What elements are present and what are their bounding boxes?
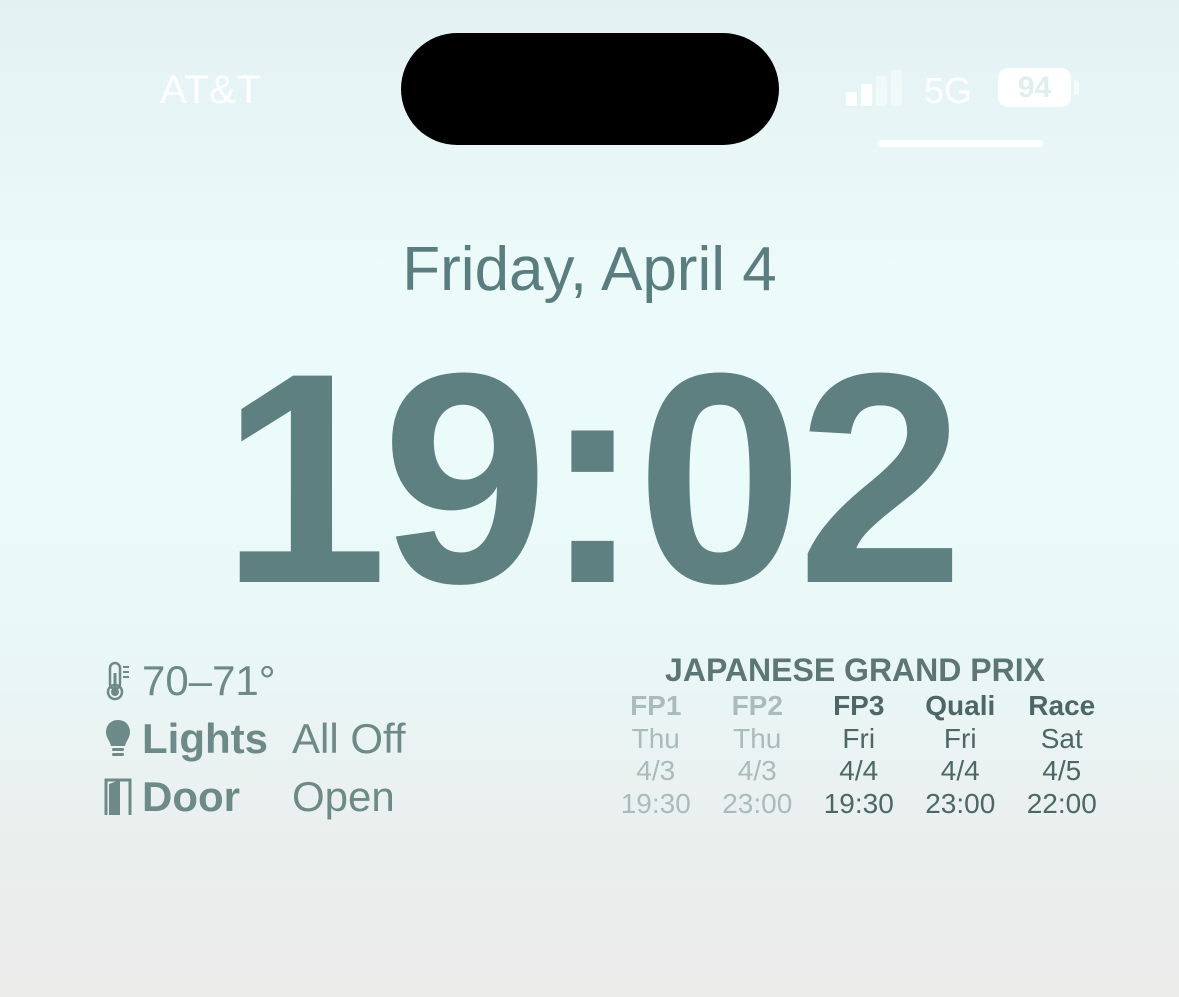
control-center-grabber[interactable] xyxy=(878,140,1043,147)
temperature-row: 70–71° xyxy=(100,655,276,707)
f1-schedule-table: FP1 FP2 FP3 Quali Race Thu Thu Fri Fri S… xyxy=(605,690,1113,820)
temperature-value: 70–71° xyxy=(142,657,276,704)
battery-level: 94 xyxy=(1017,71,1052,104)
lock-screen-date[interactable]: Friday, April 4 xyxy=(0,234,1179,305)
session-time: 19:30 xyxy=(620,787,691,819)
lights-value: All Off xyxy=(292,715,406,762)
session-day: Fri xyxy=(943,722,977,754)
session-time: 19:30 xyxy=(823,787,894,819)
door-icon xyxy=(100,776,136,818)
network-type-label: 5G xyxy=(924,70,973,111)
lightbulb-icon xyxy=(100,718,136,760)
lock-screen-time: 19:02 xyxy=(220,310,964,646)
battery-icon: 94 xyxy=(998,68,1071,107)
session-name: Race xyxy=(1028,690,1096,722)
session-name: Quali xyxy=(925,690,996,722)
session-date: 4/4 xyxy=(839,755,879,787)
dynamic-island xyxy=(401,33,779,145)
f1-widget-title[interactable]: JAPANESE GRAND PRIX xyxy=(620,652,1090,689)
thermometer-icon xyxy=(100,660,136,702)
door-label: Door xyxy=(142,773,240,820)
lights-label: Lights xyxy=(142,715,268,762)
signal-bar xyxy=(876,76,887,106)
carrier-label: AT&T xyxy=(160,68,262,112)
session-time-row: 19:30 23:00 19:30 23:00 22:00 xyxy=(605,788,1113,821)
session-name: FP1 xyxy=(630,690,682,722)
door-row: Door Open xyxy=(100,771,395,823)
lights-row: Lights All Off xyxy=(100,713,406,765)
signal-bar xyxy=(846,92,857,106)
session-day: Thu xyxy=(631,722,680,754)
session-day: Fri xyxy=(842,722,876,754)
session-time: 23:00 xyxy=(722,787,793,819)
session-day: Sat xyxy=(1040,722,1083,754)
session-name: FP2 xyxy=(731,690,783,722)
session-date-row: 4/3 4/3 4/4 4/4 4/5 xyxy=(605,755,1113,788)
signal-bar xyxy=(861,84,872,106)
session-day-row: Thu Thu Fri Fri Sat xyxy=(605,723,1113,756)
session-name-row: FP1 FP2 FP3 Quali Race xyxy=(605,690,1113,723)
session-date: 4/4 xyxy=(940,755,980,787)
session-time: 22:00 xyxy=(1026,787,1097,819)
signal-bar xyxy=(891,70,902,106)
session-name: FP3 xyxy=(833,690,885,722)
session-time: 23:00 xyxy=(925,787,996,819)
session-day: Thu xyxy=(733,722,782,754)
session-date: 4/5 xyxy=(1042,755,1082,787)
door-value: Open xyxy=(292,773,395,820)
session-date: 4/3 xyxy=(636,755,676,787)
battery-cap-icon xyxy=(1074,80,1079,95)
cellular-signal-icon xyxy=(846,70,904,106)
session-date: 4/3 xyxy=(737,755,777,787)
